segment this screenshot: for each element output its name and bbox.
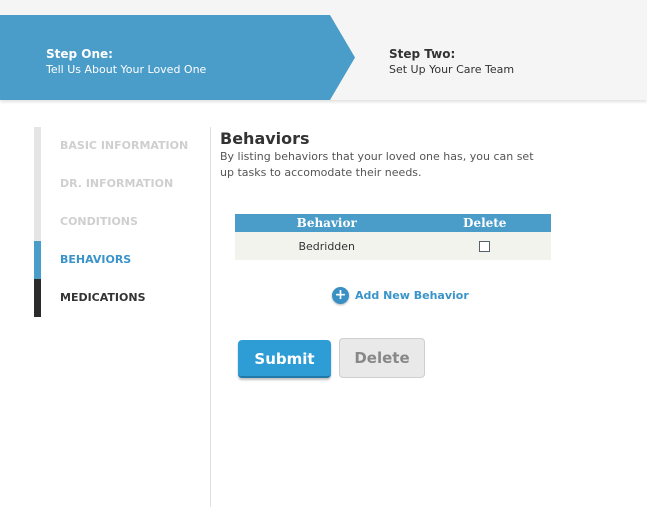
sidebar-indicator — [34, 203, 41, 241]
sidebar-item-label: MEDICATIONS — [60, 291, 146, 304]
behaviors-table: Behavior Delete Bedridden — [235, 214, 551, 260]
wizard-header: Step One: Tell Us About Your Loved One S… — [0, 0, 647, 100]
step-one[interactable]: Step One: Tell Us About Your Loved One — [46, 47, 206, 78]
behavior-cell: Bedridden — [235, 232, 419, 260]
step-two[interactable]: Step Two: Set Up Your Care Team — [389, 47, 514, 78]
step-one-title: Step One: — [46, 47, 113, 61]
sidebar-nav: BASIC INFORMATION DR. INFORMATION CONDIT… — [34, 127, 214, 317]
page-title: Behaviors — [220, 129, 310, 148]
step-two-title: Step Two: — [389, 47, 456, 61]
column-header-behavior: Behavior — [235, 214, 419, 232]
sidebar-divider — [210, 127, 211, 507]
page-description: By listing behaviors that your loved one… — [220, 150, 534, 179]
plus-circle-icon: + — [332, 287, 349, 304]
table-header-row: Behavior Delete — [235, 214, 551, 232]
sidebar-item-behaviors[interactable]: BEHAVIORS — [34, 241, 214, 279]
column-header-delete: Delete — [418, 214, 551, 232]
sidebar-item-conditions[interactable]: CONDITIONS — [34, 203, 214, 241]
sidebar-item-label: CONDITIONS — [60, 215, 138, 228]
sidebar-indicator — [34, 165, 41, 203]
step-one-subtitle: Tell Us About Your Loved One — [46, 63, 207, 76]
sidebar-item-basic-information[interactable]: BASIC INFORMATION — [34, 127, 214, 165]
main-content: Behaviors By listing behaviors that your… — [220, 129, 560, 378]
add-new-behavior-link[interactable]: + Add New Behavior — [332, 287, 469, 304]
delete-button[interactable]: Delete — [339, 338, 425, 378]
submit-button[interactable]: Submit — [238, 340, 331, 378]
table-row: Bedridden — [235, 232, 551, 260]
sidebar-indicator — [34, 127, 41, 165]
sidebar-item-label: BEHAVIORS — [60, 253, 132, 266]
sidebar-indicator — [34, 241, 41, 279]
sidebar-item-dr-information[interactable]: DR. INFORMATION — [34, 165, 214, 203]
sidebar-item-medications[interactable]: MEDICATIONS — [34, 279, 214, 317]
sidebar-item-label: DR. INFORMATION — [60, 177, 174, 190]
delete-cell — [418, 232, 551, 260]
delete-checkbox[interactable] — [479, 241, 491, 252]
sidebar-item-label: BASIC INFORMATION — [60, 139, 189, 152]
step-two-subtitle: Set Up Your Care Team — [389, 63, 515, 76]
add-new-behavior-label: Add New Behavior — [355, 289, 469, 302]
sidebar-indicator — [34, 279, 41, 317]
